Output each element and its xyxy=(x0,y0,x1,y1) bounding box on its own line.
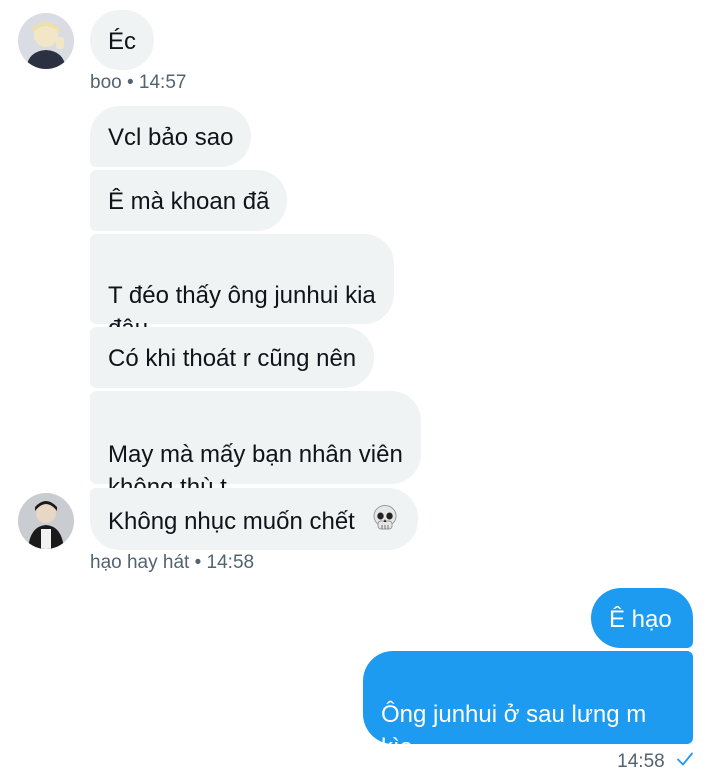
outgoing-message-bubble[interactable]: Ông junhui ở sau lưng m kìa... xyxy=(363,651,693,761)
message-time: 14:58 xyxy=(617,751,665,773)
sender-name[interactable]: boo xyxy=(90,72,122,93)
avatar-hao[interactable] xyxy=(18,493,74,549)
message-text: Éc xyxy=(108,28,137,55)
message-bubble[interactable]: Éc xyxy=(90,10,155,70)
message-bubble[interactable]: Vcl bảo sao xyxy=(90,106,252,167)
message-bubble[interactable]: Không nhục muốn chết xyxy=(90,488,418,550)
outgoing-message-meta: 14:58 xyxy=(617,750,694,774)
message-text: Ông junhui ở sau lưng m kìa... xyxy=(381,701,647,761)
message-bubble[interactable]: Có khi thoát r cũng nên xyxy=(90,327,375,388)
message-time: 14:57 xyxy=(138,72,187,93)
message-text: Vcl bảo sao xyxy=(108,124,234,151)
user-avatar-hao-icon xyxy=(18,493,74,549)
avatar-boo[interactable] xyxy=(18,13,74,69)
message-bubble[interactable]: May mà mấy bạn nhân viên không thù t xyxy=(90,391,421,501)
message-meta: hạo hay hát • 14:58 xyxy=(90,552,254,574)
sender-name[interactable]: hạo hay hát xyxy=(90,552,189,573)
meta-separator: • xyxy=(194,552,207,573)
message-meta: boo • 14:57 xyxy=(90,72,186,94)
message-text: Không nhục muốn chết xyxy=(108,507,355,535)
message-text: Có khi thoát r cũng nên xyxy=(108,345,357,372)
message-bubble[interactable]: T đéo thấy ông junhui kia đâu xyxy=(90,234,394,342)
meta-separator: • xyxy=(126,72,139,93)
message-text: Ê hạo xyxy=(609,606,672,633)
message-bubble[interactable]: Ê mà khoan đã xyxy=(90,170,288,231)
user-avatar-boo-icon xyxy=(18,13,74,69)
message-text: Ê mà khoan đã xyxy=(108,188,270,215)
skull-emoji-icon xyxy=(370,503,400,542)
sent-check-icon xyxy=(676,750,694,774)
outgoing-message-bubble[interactable]: Ê hạo xyxy=(591,588,693,648)
message-time: 14:58 xyxy=(206,552,255,573)
